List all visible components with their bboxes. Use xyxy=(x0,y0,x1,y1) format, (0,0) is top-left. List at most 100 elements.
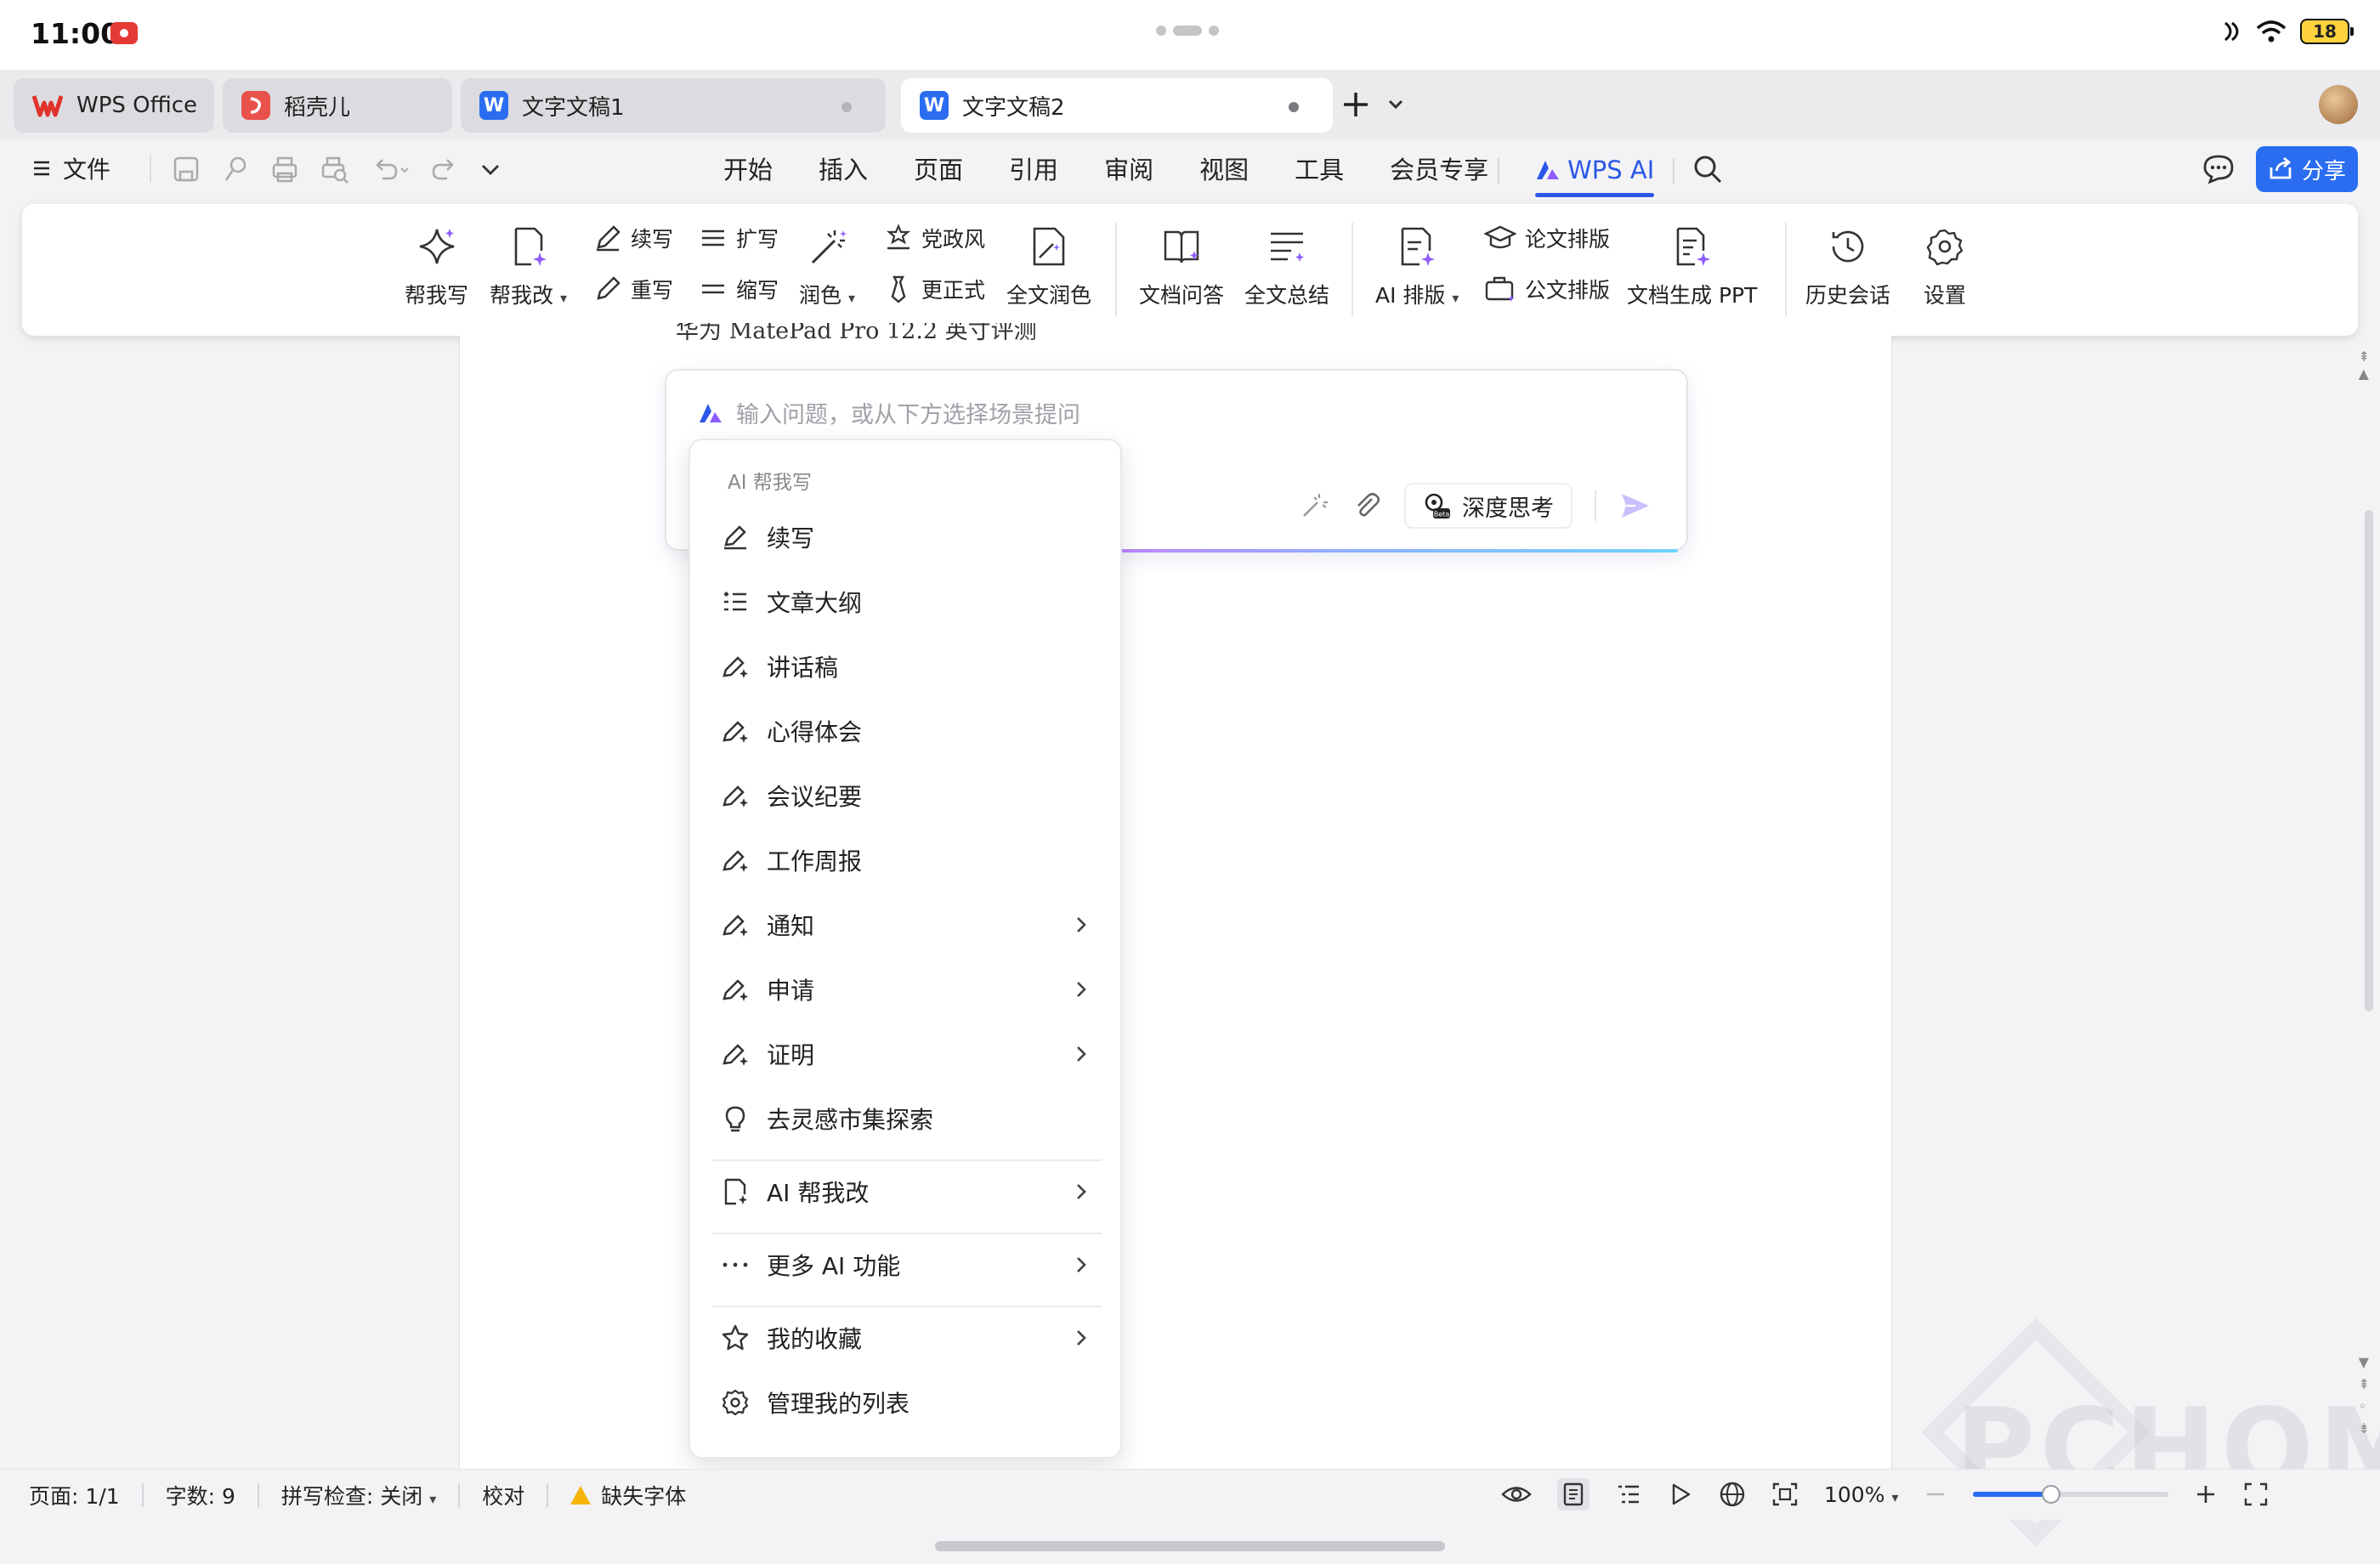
doc-wand-icon xyxy=(1033,227,1065,266)
polish-button[interactable]: 润色 ▾ xyxy=(799,223,855,309)
tab-document-1[interactable]: W 文字文稿1 xyxy=(461,78,886,133)
zoom-slider-knob[interactable] xyxy=(2042,1485,2061,1504)
docer-icon xyxy=(241,91,270,120)
zoom-slider-fill xyxy=(1973,1492,2052,1497)
menu-item-more-ai[interactable]: 更多 AI 功能 xyxy=(721,1239,1095,1290)
help-write-button[interactable]: 帮我写 xyxy=(405,223,468,309)
menu-start[interactable]: 开始 xyxy=(700,153,796,187)
menu-view[interactable]: 视图 xyxy=(1176,153,1272,187)
menu-item-ai-edit[interactable]: AI 帮我改 xyxy=(721,1166,1095,1217)
official-layout-button[interactable]: 公文排版 xyxy=(1484,274,1610,304)
avatar[interactable] xyxy=(2319,85,2358,124)
undo-icon[interactable] xyxy=(371,155,410,184)
pen-icon xyxy=(597,225,620,252)
play-icon[interactable] xyxy=(1668,1482,1693,1507)
pen-sparkle-icon xyxy=(722,656,748,678)
deep-think-button[interactable]: Beta 深度思考 xyxy=(1404,483,1572,529)
menu-item-continue[interactable]: 续写 xyxy=(721,512,1095,563)
zoom-level-select[interactable]: 100% ▾ xyxy=(1824,1482,1898,1507)
menu-item-weekly-report[interactable]: 工作周报 xyxy=(721,835,1095,886)
menu-item-certificate[interactable]: 证明 xyxy=(721,1028,1095,1080)
menu-item-application[interactable]: 申请 xyxy=(721,964,1095,1015)
search-icon[interactable] xyxy=(1692,153,1724,185)
proofread-button[interactable]: 校对 xyxy=(482,1480,524,1510)
tab-document-2[interactable]: W 文字文稿2 xyxy=(901,78,1333,133)
help-edit-button[interactable]: 帮我改 ▾ xyxy=(490,223,567,309)
menu-member[interactable]: 会员专享 xyxy=(1367,153,1511,187)
menu-tools[interactable]: 工具 xyxy=(1272,153,1367,187)
chevron-down-icon[interactable] xyxy=(1387,99,1404,110)
page-view-button[interactable] xyxy=(1557,1478,1590,1510)
menu-item-speech[interactable]: 讲话稿 xyxy=(721,641,1095,692)
comment-icon[interactable] xyxy=(2202,153,2236,185)
page-nav-arrows[interactable]: ⇞ ▲ xyxy=(2359,348,2370,382)
print-preview-icon[interactable] xyxy=(320,155,350,184)
word-doc-icon: W xyxy=(920,91,949,120)
menu-insert[interactable]: 插入 xyxy=(796,153,891,187)
send-icon[interactable] xyxy=(1618,490,1652,521)
magic-wand-icon[interactable] xyxy=(1299,490,1329,521)
menu-item-inspiration-market[interactable]: 去灵感市集探索 xyxy=(721,1093,1095,1144)
ai-prompt-input[interactable]: 输入问题，或从下方选择场景提问 xyxy=(697,396,1080,429)
fit-page-icon[interactable] xyxy=(1771,1482,1799,1507)
redo-icon[interactable] xyxy=(430,155,459,184)
ai-ribbon-toolbar: 帮我写 帮我改 ▾ 续写 重写 扩写 缩写 润色 ▾ 党政风 更正式 全文润色 … xyxy=(22,204,2358,336)
menu-item-manage-list[interactable]: 管理我的列表 xyxy=(721,1377,1095,1428)
doc-qa-button[interactable]: 文档问答 xyxy=(1139,223,1224,309)
zoom-out-icon[interactable] xyxy=(1924,1482,1947,1506)
zoom-in-icon[interactable] xyxy=(2194,1482,2218,1506)
new-tab-plus-icon[interactable] xyxy=(1341,90,1370,119)
shorten-button[interactable]: 缩写 xyxy=(699,274,779,304)
menu-review[interactable]: 审阅 xyxy=(1081,153,1176,187)
document-text: 华为 MatePad Pro 12.2 英寸评测 xyxy=(676,323,1037,344)
more-formal-button[interactable]: 更正式 xyxy=(884,274,985,304)
menu-item-reflection[interactable]: 心得体会 xyxy=(721,706,1095,756)
file-menu-button[interactable]: 文件 xyxy=(32,151,110,185)
zoom-slider[interactable] xyxy=(1973,1485,2169,1504)
generate-ppt-button[interactable]: 文档生成 PPT xyxy=(1627,223,1757,309)
attachment-icon[interactable] xyxy=(1352,490,1382,521)
continue-write-button[interactable]: 续写 xyxy=(593,223,673,253)
menu-page[interactable]: 页面 xyxy=(891,153,986,187)
menu-item-favorites[interactable]: 我的收藏 xyxy=(721,1312,1095,1363)
menu-item-outline[interactable]: 文章大纲 xyxy=(721,576,1095,627)
globe-icon[interactable] xyxy=(1719,1481,1746,1508)
settings-button[interactable]: 设置 xyxy=(1921,223,1969,309)
chevron-right-icon xyxy=(1077,1046,1086,1062)
expand-button[interactable]: 扩写 xyxy=(699,223,779,253)
page-indicator[interactable]: 页面: 1/1 xyxy=(29,1480,120,1510)
print-icon[interactable] xyxy=(270,155,299,184)
menu-item-notice[interactable]: 通知 xyxy=(721,899,1095,950)
tab-strip: WPS Office 稻壳儿 W 文字文稿1 W 文字文稿2 xyxy=(0,70,2380,139)
unsaved-dot-icon xyxy=(1289,102,1299,112)
spell-check-toggle[interactable]: 拼写检查: 关闭 ▾ xyxy=(281,1480,436,1510)
menu-item-minutes[interactable]: 会议纪要 xyxy=(721,770,1095,821)
home-indicator[interactable] xyxy=(935,1541,1445,1551)
tab-docer[interactable]: 稻壳儿 xyxy=(223,78,452,133)
eye-icon[interactable] xyxy=(1501,1482,1532,1507)
fullscreen-icon[interactable] xyxy=(2243,1482,2269,1507)
more-chevron-down-icon[interactable] xyxy=(479,155,502,184)
full-summary-button[interactable]: 全文总结 xyxy=(1244,223,1329,309)
outline-view-icon[interactable] xyxy=(1615,1482,1642,1507)
share-button[interactable]: 分享 xyxy=(2256,146,2358,192)
full-polish-button[interactable]: 全文润色 xyxy=(1006,223,1091,309)
chevron-right-icon xyxy=(1077,1330,1086,1346)
multitask-dots-icon[interactable] xyxy=(1156,24,1224,36)
format-painter-icon[interactable] xyxy=(221,155,250,184)
warning-icon xyxy=(570,1486,592,1504)
paper-layout-button[interactable]: 论文排版 xyxy=(1484,223,1610,253)
vertical-scrollbar[interactable] xyxy=(2365,510,2373,1012)
menu-wps-ai[interactable]: WPS AI xyxy=(1511,153,1678,197)
doc-ppt-icon xyxy=(1676,227,1710,266)
rewrite-button[interactable]: 重写 xyxy=(593,274,673,304)
ai-layout-button[interactable]: AI 排版 ▾ xyxy=(1375,223,1459,309)
party-style-button[interactable]: 党政风 xyxy=(884,223,985,253)
menu-reference[interactable]: 引用 xyxy=(986,153,1081,187)
tab-wps-office[interactable]: WPS Office xyxy=(14,78,214,133)
gear-icon xyxy=(722,1389,749,1416)
history-button[interactable]: 历史会话 xyxy=(1805,223,1890,309)
missing-font-button[interactable]: 缺失字体 xyxy=(570,1480,686,1510)
save-icon[interactable] xyxy=(172,155,201,184)
word-count[interactable]: 字数: 9 xyxy=(166,1480,235,1510)
